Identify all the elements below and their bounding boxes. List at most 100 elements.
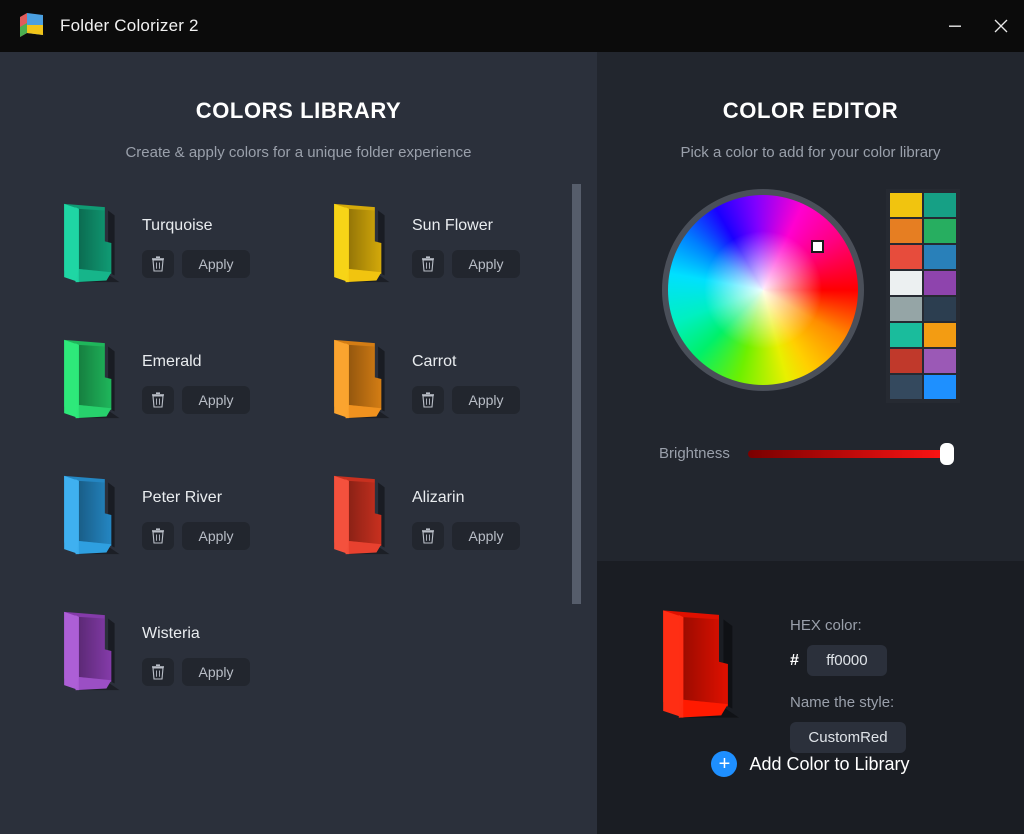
- library-subtitle: Create & apply colors for a unique folde…: [125, 144, 472, 161]
- editor-title: COLOR EDITOR: [722, 98, 899, 123]
- library-item-info: Emerald Apply: [142, 333, 250, 414]
- library-item: Emerald Apply: [56, 333, 326, 469]
- brightness-slider-thumb[interactable]: [939, 442, 954, 465]
- trash-icon-glyph: [422, 528, 434, 544]
- style-name-label: Name the style:: [790, 694, 895, 711]
- preset-swatch[interactable]: [889, 375, 922, 399]
- preset-swatch[interactable]: [923, 323, 956, 347]
- library-item-info: Sun Flower Apply: [412, 197, 520, 278]
- apply-color-button[interactable]: Apply: [182, 250, 250, 278]
- library-item-info: Alizarin Apply: [412, 469, 520, 550]
- preset-swatch[interactable]: [889, 297, 922, 321]
- style-name-row: [790, 722, 906, 753]
- preset-swatch[interactable]: [923, 245, 956, 269]
- library-item: Alizarin Apply: [326, 469, 596, 605]
- color-wheel-surface[interactable]: [667, 195, 858, 385]
- library-item: Turquoise Apply: [56, 197, 326, 333]
- hex-color-input[interactable]: [806, 645, 887, 676]
- wheel-and-swatches: [597, 189, 1024, 403]
- folder-preview-icon: [652, 601, 748, 727]
- library-item-info: Carrot Apply: [412, 333, 520, 414]
- folder-icon: [56, 469, 126, 561]
- apply-color-button[interactable]: Apply: [182, 386, 250, 414]
- library-item-info: Wisteria Apply: [142, 605, 250, 686]
- color-editor-panel: COLOR EDITOR Pick a color to add for you…: [597, 52, 1024, 834]
- preset-swatch[interactable]: [923, 271, 956, 295]
- close-button[interactable]: [978, 0, 1024, 52]
- delete-color-button[interactable]: [142, 522, 174, 550]
- preset-swatch[interactable]: [923, 375, 956, 399]
- library-item-name: Alizarin: [412, 489, 465, 506]
- library-scrollbar-thumb[interactable]: [572, 184, 581, 604]
- delete-color-button[interactable]: [142, 658, 174, 686]
- window-title: Folder Colorizer 2: [60, 16, 199, 35]
- apply-color-button[interactable]: Apply: [452, 522, 520, 550]
- wheel-selector-marker[interactable]: [810, 240, 824, 253]
- preset-swatch[interactable]: [923, 193, 956, 217]
- hex-color-label: HEX color:: [790, 617, 862, 634]
- library-item-actions: Apply: [142, 522, 250, 550]
- add-color-to-library-button[interactable]: + Add Color to Library: [597, 751, 1024, 777]
- brightness-slider-row: Brightness: [597, 442, 1024, 465]
- folder-icon: [326, 333, 396, 425]
- library-title: COLORS LIBRARY: [195, 98, 402, 123]
- title-bar: Folder Colorizer 2: [0, 0, 1024, 52]
- library-scrollbar-track[interactable]: [572, 52, 589, 834]
- colors-library-grid: Turquoise Apply Sun Flower Apply Emerald…: [0, 197, 597, 741]
- library-item-name: Peter River: [142, 489, 223, 506]
- minimize-button[interactable]: [932, 0, 978, 52]
- plus-circle-icon: +: [711, 751, 738, 777]
- color-fields: HEX color: # Name the style:: [790, 601, 906, 753]
- library-item-actions: Apply: [142, 658, 250, 686]
- preset-swatch[interactable]: [923, 219, 956, 243]
- library-item: Wisteria Apply: [56, 605, 326, 741]
- trash-icon-glyph: [152, 256, 164, 272]
- style-name-input[interactable]: [790, 722, 906, 753]
- library-item-actions: Apply: [142, 386, 250, 414]
- library-item-name: Carrot: [412, 353, 457, 370]
- preset-swatch[interactable]: [889, 349, 922, 373]
- apply-color-button[interactable]: Apply: [452, 250, 520, 278]
- preset-swatch[interactable]: [889, 271, 922, 295]
- library-item: Sun Flower Apply: [326, 197, 596, 333]
- library-item-info: Turquoise Apply: [142, 197, 250, 278]
- library-item-name: Turquoise: [142, 217, 213, 234]
- delete-color-button[interactable]: [412, 522, 444, 550]
- preset-swatch[interactable]: [889, 323, 922, 347]
- preview-row: HEX color: # Name the style:: [597, 561, 1024, 753]
- trash-icon-glyph: [422, 256, 434, 272]
- hex-input-row: #: [790, 645, 906, 676]
- trash-icon-glyph: [152, 528, 164, 544]
- brightness-label: Brightness: [659, 445, 730, 462]
- folder-icon: [56, 197, 126, 289]
- apply-color-button[interactable]: Apply: [182, 522, 250, 550]
- apply-color-button[interactable]: Apply: [182, 658, 250, 686]
- library-item-actions: Apply: [412, 522, 520, 550]
- delete-color-button[interactable]: [412, 250, 444, 278]
- preset-swatch[interactable]: [923, 297, 956, 321]
- add-color-label: Add Color to Library: [749, 753, 910, 774]
- brightness-slider[interactable]: [747, 442, 954, 465]
- folder-icon: [56, 605, 126, 697]
- preset-swatch[interactable]: [889, 193, 922, 217]
- delete-color-button[interactable]: [142, 386, 174, 414]
- trash-icon-glyph: [152, 664, 164, 680]
- app-folder-multicolor-icon: [16, 11, 46, 41]
- apply-color-button[interactable]: Apply: [452, 386, 520, 414]
- library-item-name: Wisteria: [142, 625, 200, 642]
- window-controls: [932, 0, 1024, 52]
- delete-color-button[interactable]: [142, 250, 174, 278]
- preset-swatch[interactable]: [889, 219, 922, 243]
- editor-subtitle: Pick a color to add for your color libra…: [680, 144, 941, 161]
- folder-icon: [56, 333, 126, 425]
- folder-icon: [326, 469, 396, 561]
- delete-color-button[interactable]: [412, 386, 444, 414]
- library-item-actions: Apply: [412, 386, 520, 414]
- color-wheel[interactable]: [661, 189, 864, 391]
- preset-swatch[interactable]: [889, 245, 922, 269]
- colors-library-panel: COLORS LIBRARY Create & apply colors for…: [0, 52, 597, 834]
- library-item-name: Emerald: [142, 353, 202, 370]
- trash-icon-glyph: [152, 392, 164, 408]
- preset-swatch[interactable]: [923, 349, 956, 373]
- color-picker-section: COLOR EDITOR Pick a color to add for you…: [597, 98, 1024, 578]
